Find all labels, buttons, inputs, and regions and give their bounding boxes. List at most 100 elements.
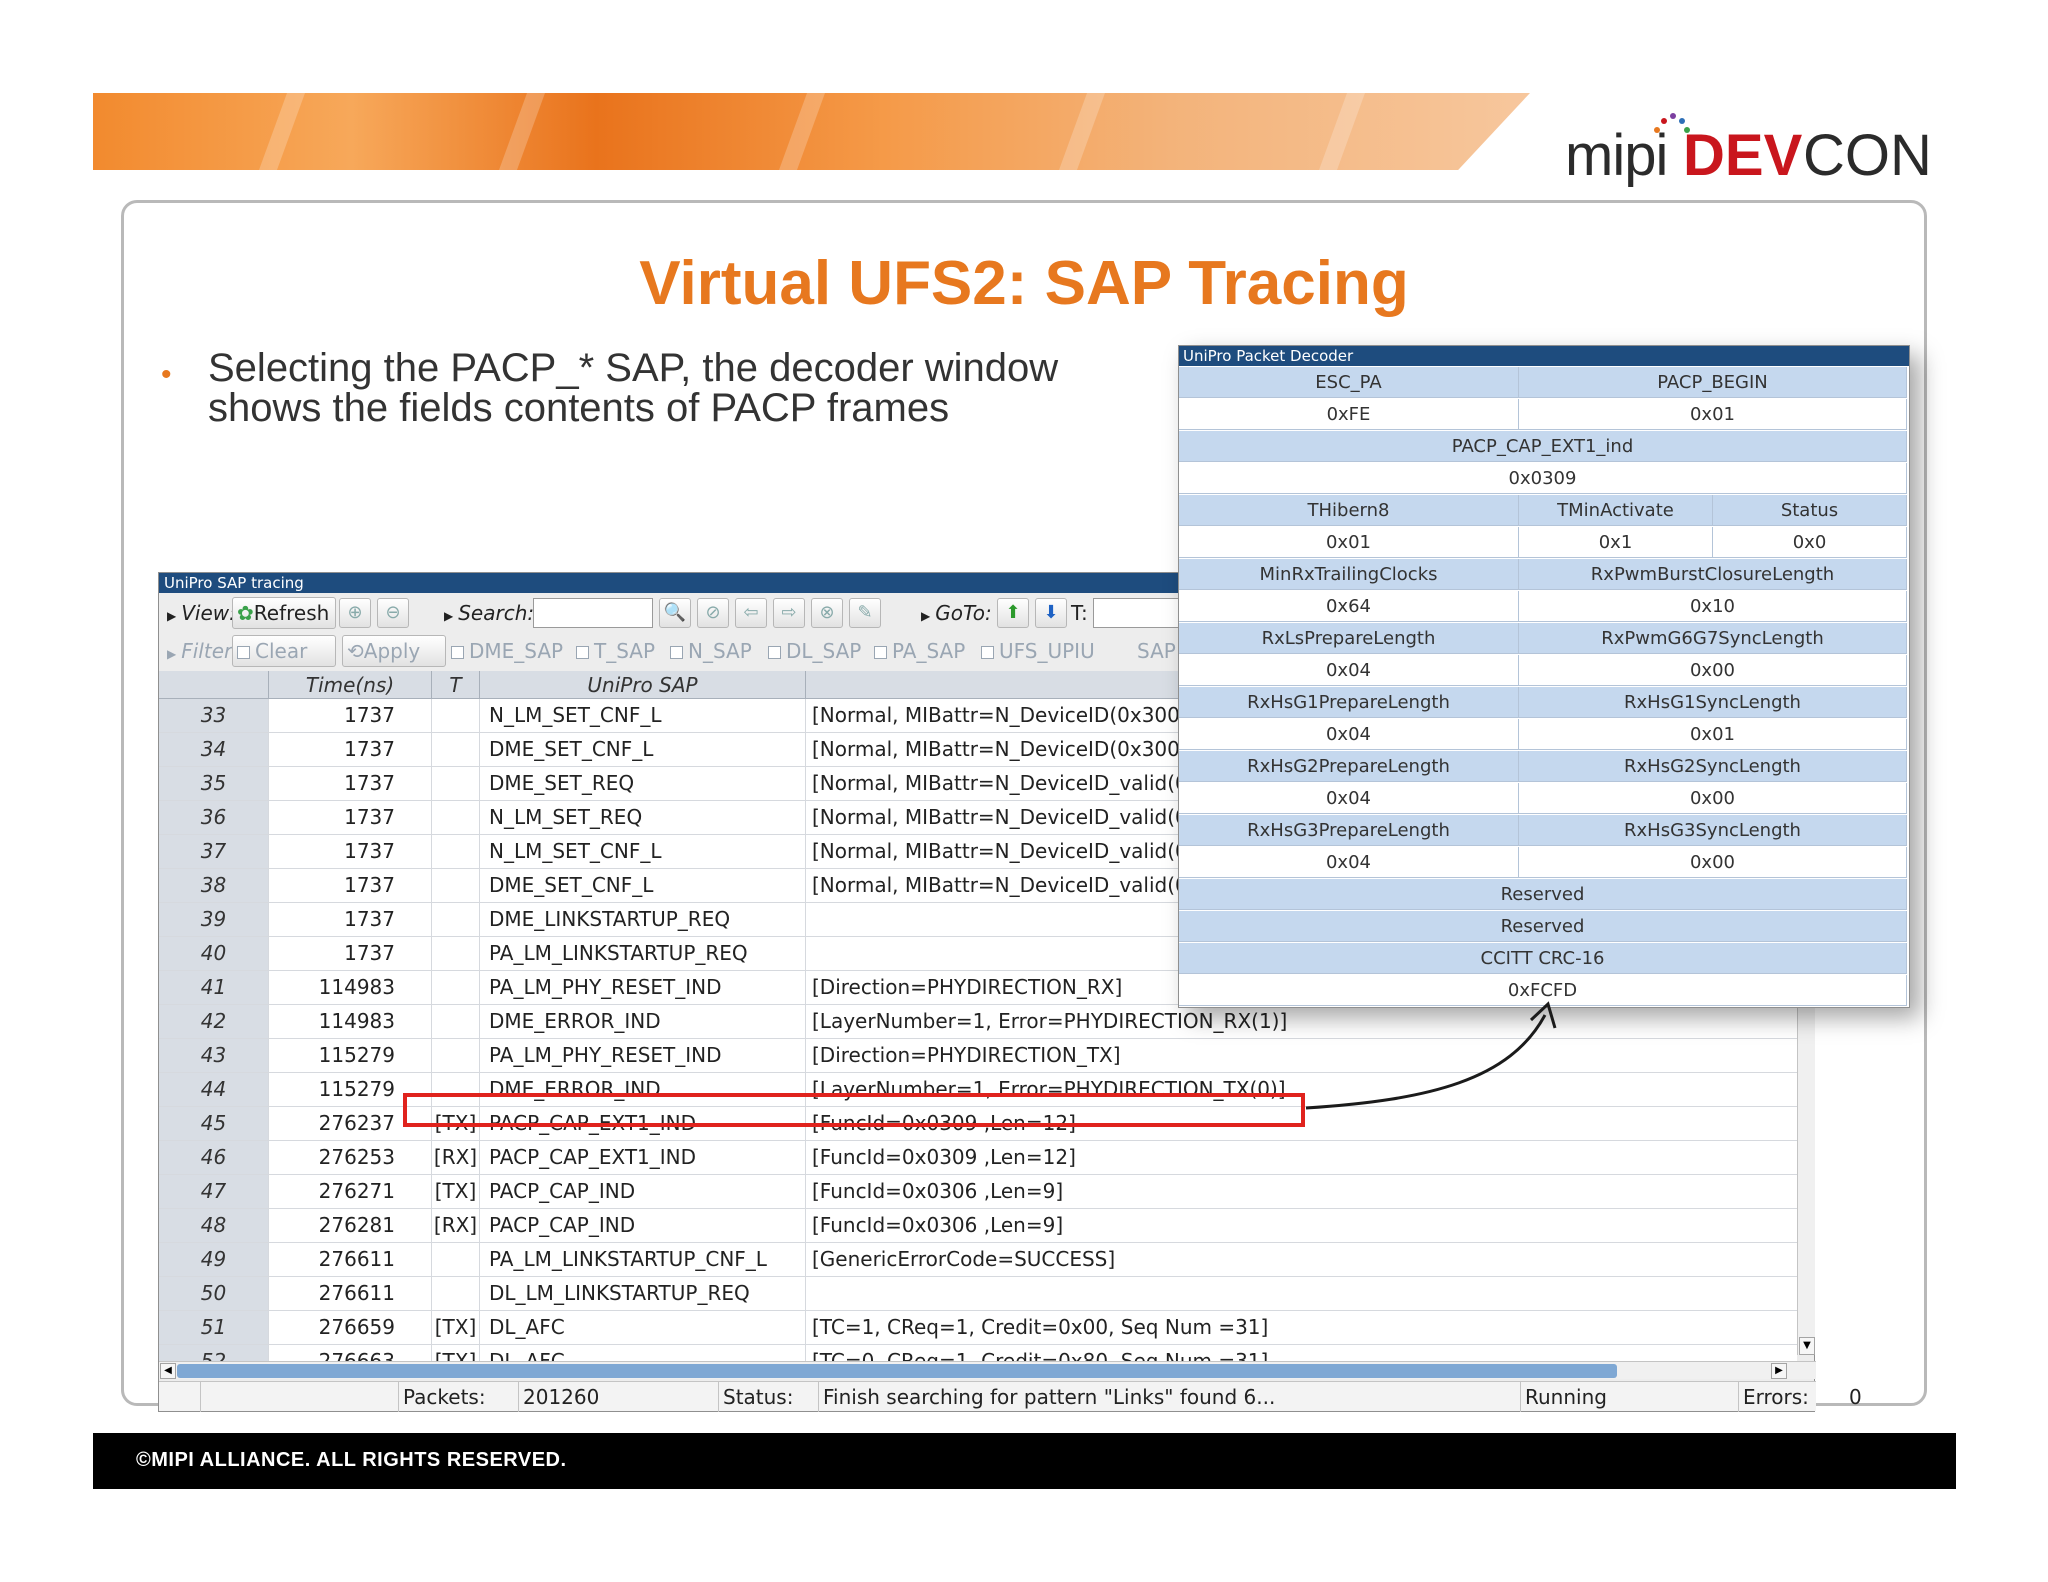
table-row[interactable]: 48 276281 [RX] PACP_CAP_IND [FuncId=0x0306 ,… — [159, 1209, 1797, 1243]
decoder-field-row: CCITT CRC-16 — [1179, 943, 1907, 975]
apply-icon: ⟲ — [347, 639, 364, 663]
table-row[interactable]: 43 115279 PA_LM_PHY_RESET_IND [Direction=PH… — [159, 1039, 1797, 1073]
header-banner — [93, 93, 1530, 170]
errors-label: Errors: — [1743, 1385, 1809, 1409]
horizontal-scrollbar[interactable]: ◀ ▶ — [159, 1361, 1816, 1379]
decoder-field-row: THibern8 TMinActivate Status — [1179, 495, 1907, 527]
row-number: 40 — [159, 937, 269, 970]
col-header-time[interactable]: Time(ns) — [269, 671, 432, 699]
search-prev-button[interactable]: ⇦ — [735, 598, 767, 628]
row-direction — [432, 937, 480, 970]
zoom-in-button[interactable]: ⊕ — [339, 598, 371, 628]
row-time: 115279 — [269, 1039, 432, 1072]
table-row[interactable]: 51 276659 [TX] DL_AFC [TC=1, CReq=1, Credit=… — [159, 1311, 1797, 1345]
search-next-button[interactable]: ⇨ — [773, 598, 805, 628]
row-time: 276271 — [269, 1175, 432, 1208]
decoder-field-name: PACP_CAP_EXT1_ind — [1179, 431, 1907, 462]
table-row[interactable]: 49 276611 PA_LM_LINKSTARTUP_CNF_L [GenericE… — [159, 1243, 1797, 1277]
row-params: [FuncId=0x0309 ,Len=12] — [812, 1111, 1076, 1135]
decoder-title: UniPro Packet Decoder — [1179, 346, 1909, 366]
scroll-right-icon[interactable]: ▶ — [1771, 1363, 1787, 1379]
row-direction — [432, 1005, 480, 1038]
zoom-out-button[interactable]: ⊖ — [377, 598, 409, 628]
decoder-field-name: PACP_BEGIN — [1519, 367, 1907, 398]
decoder-field-name: RxHsG2SyncLength — [1519, 751, 1907, 782]
row-time: 276659 — [269, 1311, 432, 1344]
table-row[interactable]: 46 276253 [RX] PACP_CAP_EXT1_IND [FuncId=0x0… — [159, 1141, 1797, 1175]
filter-ufs-upiu[interactable]: UFS_UPIU — [981, 637, 1095, 665]
search-reset-button[interactable]: ⊗ — [811, 598, 843, 628]
row-direction — [432, 869, 480, 902]
table-row[interactable]: 47 276271 [TX] PACP_CAP_IND [FuncId=0x0306 ,… — [159, 1175, 1797, 1209]
scroll-left-icon[interactable]: ◀ — [160, 1363, 176, 1379]
filter-n-sap[interactable]: N_SAP — [670, 637, 752, 665]
decoder-field-row: PACP_CAP_EXT1_ind — [1179, 431, 1907, 463]
row-number: 38 — [159, 869, 269, 902]
col-header-t[interactable]: T — [432, 671, 480, 699]
row-direction — [432, 1277, 480, 1310]
filter-more-sap[interactable]: SAP — [1137, 637, 1176, 665]
row-sap: DL_LM_LINKSTARTUP_REQ — [480, 1277, 806, 1310]
decoder-field-row: RxHsG2PrepareLength RxHsG2SyncLength — [1179, 751, 1907, 783]
decoder-field-row: Reserved — [1179, 879, 1907, 911]
decoder-field-name: RxHsG3SyncLength — [1519, 815, 1907, 846]
arrow-left-icon: ⇦ — [743, 602, 759, 623]
row-number: 36 — [159, 801, 269, 834]
mipi-devcon-logo: mipi DEV CON — [1565, 110, 1932, 190]
row-number: 44 — [159, 1073, 269, 1106]
goto-down-button[interactable]: ⬇ — [1035, 598, 1067, 628]
search-button[interactable]: 🔍 — [659, 598, 691, 628]
refresh-button[interactable]: ✿Refresh — [232, 597, 336, 629]
horizontal-scroll-thumb[interactable] — [177, 1364, 1617, 1378]
table-row[interactable]: 45 276237 [TX] PACP_CAP_EXT1_IND [FuncId=0x0… — [159, 1107, 1797, 1141]
arrow-right-icon: ⇨ — [781, 602, 797, 623]
row-number: 34 — [159, 733, 269, 766]
filter-dl-sap[interactable]: DL_SAP — [768, 637, 861, 665]
filter-pa-sap[interactable]: PA_SAP — [874, 637, 965, 665]
col-header-sap[interactable]: UniPro SAP — [480, 671, 806, 699]
filter-label: ▶ Filter: — [167, 639, 239, 663]
row-number: 49 — [159, 1243, 269, 1276]
run-state: Running — [1521, 1382, 1739, 1412]
goto-label: ▶ GoTo: — [921, 601, 992, 625]
row-direction — [432, 801, 480, 834]
table-row[interactable]: 42 114983 DME_ERROR_IND [LayerNumber=1, Err… — [159, 1005, 1797, 1039]
table-row[interactable]: 44 115279 DME_ERROR_IND [LayerNumber=1, Err… — [159, 1073, 1797, 1107]
search-stop-button[interactable]: ⊘ — [697, 598, 729, 628]
row-sap: PACP_CAP_EXT1_IND — [480, 1107, 806, 1140]
decoder-field-name: MinRxTrailingClocks — [1179, 559, 1519, 590]
row-sap: PACP_CAP_EXT1_IND — [480, 1141, 806, 1174]
decoder-field-name: Status — [1713, 495, 1907, 526]
decoder-value-row: 0x04 0x00 — [1179, 655, 1907, 687]
row-sap: N_LM_SET_CNF_L — [480, 835, 806, 868]
row-direction: [RX] — [432, 1209, 480, 1242]
row-sap: PA_LM_LINKSTARTUP_REQ — [480, 937, 806, 970]
decoder-field-value: 0x01 — [1519, 399, 1907, 430]
decoder-field-value: 0x00 — [1519, 783, 1907, 814]
apply-button[interactable]: ⟲Apply — [342, 635, 446, 667]
row-number: 37 — [159, 835, 269, 868]
row-direction: [TX] — [432, 1311, 480, 1344]
row-sap: PACP_CAP_IND — [480, 1175, 806, 1208]
row-sap: N_LM_SET_REQ — [480, 801, 806, 834]
decoder-value-row: 0x64 0x10 — [1179, 591, 1907, 623]
row-time: 276253 — [269, 1141, 432, 1174]
decoder-value-row: 0x04 0x00 — [1179, 847, 1907, 879]
filter-dme-sap[interactable]: DME_SAP — [451, 637, 563, 665]
table-row[interactable]: 50 276611 DL_LM_LINKSTARTUP_REQ — [159, 1277, 1797, 1311]
clear-button[interactable]: Clear — [232, 635, 336, 667]
decoder-field-name: ESC_PA — [1179, 367, 1519, 398]
scroll-down-icon[interactable]: ▼ — [1799, 1337, 1815, 1355]
row-number: 51 — [159, 1311, 269, 1344]
search-input[interactable] — [533, 598, 653, 628]
row-params: [FuncId=0x0309 ,Len=12] — [812, 1145, 1076, 1169]
slide-footer: ©MIPI ALLIANCE. ALL RIGHTS RESERVED. — [93, 1433, 1956, 1489]
goto-up-button[interactable]: ⬆ — [997, 598, 1029, 628]
filter-t-sap[interactable]: T_SAP — [576, 637, 655, 665]
decoder-value-row: 0x01 0x1 0x0 — [1179, 527, 1907, 559]
row-direction: [TX] — [432, 1107, 480, 1140]
row-direction — [432, 733, 480, 766]
row-number: 46 — [159, 1141, 269, 1174]
decoder-field-name: RxPwmBurstClosureLength — [1519, 559, 1907, 590]
search-clear-button[interactable]: ✎ — [849, 598, 881, 628]
